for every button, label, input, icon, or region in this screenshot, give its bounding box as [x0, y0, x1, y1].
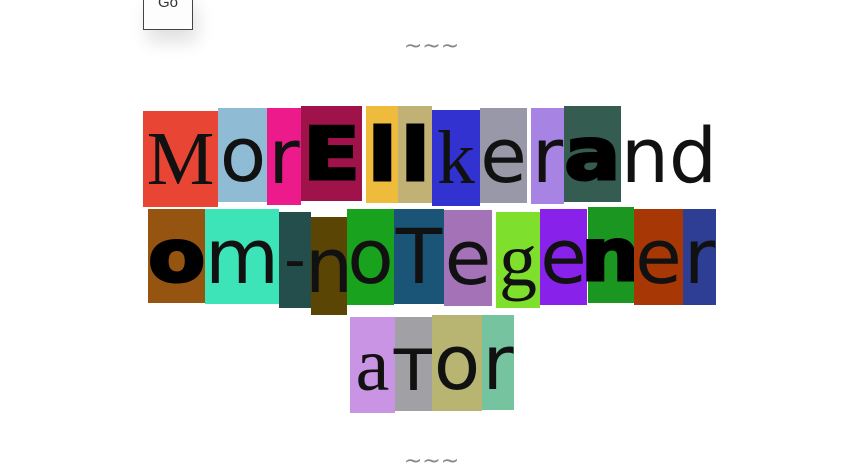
letter-tile: r: [482, 315, 514, 410]
letter-glyph: o: [146, 214, 206, 298]
letter-tile: E: [301, 106, 362, 201]
letter-tile: o: [146, 209, 207, 303]
letter-glyph: M: [146, 117, 215, 201]
letter-tile: e: [444, 210, 492, 306]
letter-glyph: g: [499, 218, 537, 302]
letter-tile: T: [394, 209, 444, 304]
letter-glyph: n: [620, 111, 670, 200]
letter-glyph: l: [366, 112, 398, 197]
letter-tile: r: [267, 108, 301, 205]
letter-glyph: e: [635, 212, 682, 301]
letter-tile: a: [563, 106, 622, 202]
letter-tile: o: [347, 209, 394, 305]
letter-tile: n: [621, 112, 669, 200]
letter-tile: e: [634, 209, 683, 305]
letter-glyph: k: [437, 116, 475, 200]
letter-tile: e: [540, 209, 587, 305]
letter-tile: r: [531, 108, 564, 204]
letter-glyph: a: [355, 323, 390, 407]
letter-glyph: l: [399, 112, 431, 197]
bottom-divider: ~~~: [403, 449, 460, 471]
letter-tile: g: [496, 212, 540, 308]
letter-tile: m: [205, 209, 279, 304]
letter-glyph: d: [668, 111, 718, 200]
letter-tile: d: [669, 112, 717, 200]
letter-tile: a: [350, 317, 395, 413]
letter-tile: l: [366, 106, 398, 203]
ransom-note-text: MorEllkerandom-noTegeneraтor: [0, 0, 863, 471]
letter-glyph: e: [444, 213, 492, 302]
letter-glyph: a: [563, 112, 622, 196]
letter-glyph: o: [347, 212, 394, 301]
letter-tile: т: [391, 317, 436, 411]
letter-glyph: r: [683, 212, 716, 301]
letter-glyph: n: [304, 221, 354, 310]
letter-glyph: o: [433, 318, 481, 407]
letter-glyph: n: [580, 213, 642, 297]
letter-tile: e: [480, 108, 527, 203]
letter-glyph: E: [301, 111, 361, 196]
letter-tile: n: [305, 217, 353, 315]
letter-glyph: T: [395, 211, 443, 301]
letter-glyph: o: [219, 110, 267, 199]
letter-tile: o: [432, 315, 482, 411]
letter-tile: l: [398, 106, 432, 203]
letter-glyph: r: [268, 111, 300, 201]
letter-glyph: r: [531, 111, 564, 200]
letter-glyph: e: [540, 212, 587, 301]
letter-tile: M: [143, 111, 218, 207]
letter-glyph: m: [204, 211, 280, 301]
letter-tile: k: [432, 110, 480, 206]
letter-glyph: r: [482, 317, 514, 407]
letter-glyph: e: [480, 110, 527, 200]
letter-glyph: т: [391, 319, 436, 408]
letter-glyph: -: [284, 225, 306, 295]
letter-tile: n: [580, 207, 642, 303]
letter-tile: r: [683, 209, 716, 305]
letter-tile: o: [218, 108, 268, 202]
